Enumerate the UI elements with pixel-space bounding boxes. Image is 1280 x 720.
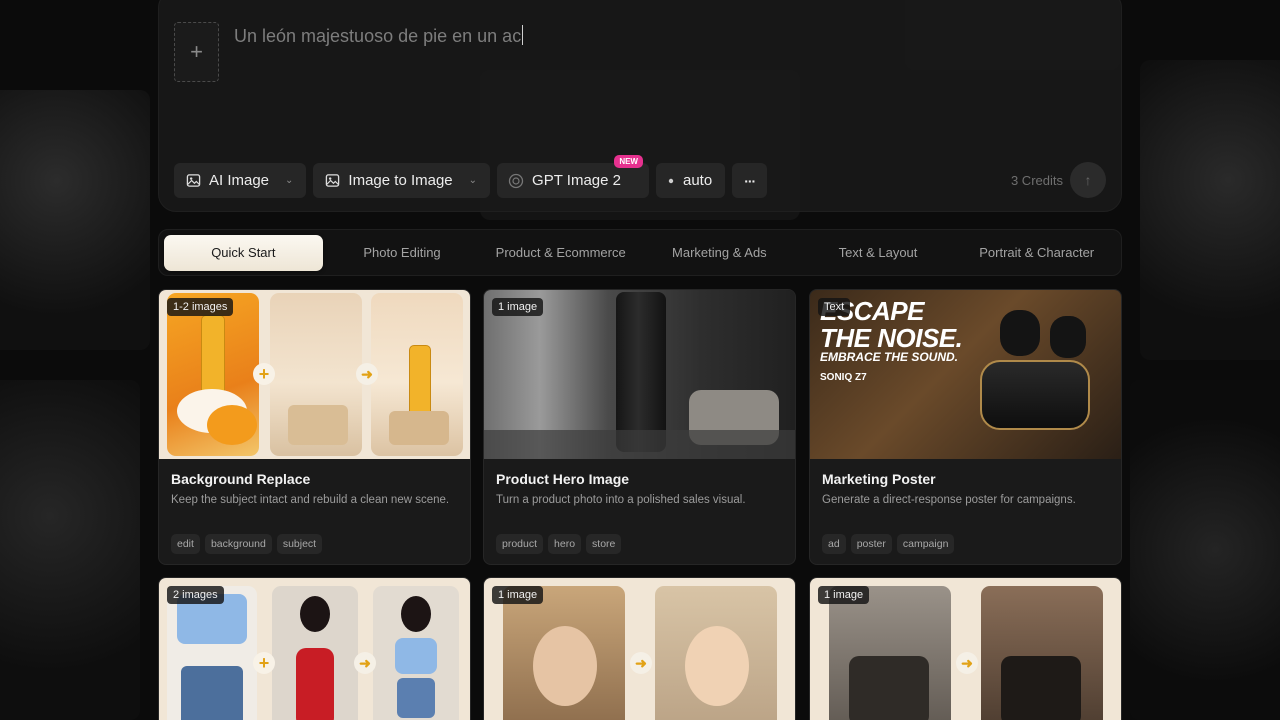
- input-mode-label: Image to Image: [348, 172, 453, 189]
- card-thumbnail: Text ESCAPE THE NOISE. EMBRACE THE SOUND.…: [810, 290, 1121, 459]
- tag: poster: [850, 534, 892, 554]
- aspect-ratio-button[interactable]: auto: [655, 163, 726, 198]
- prompt-text: Un león majestuoso de pie en un ac: [234, 26, 522, 46]
- mode-label: AI Image: [209, 172, 270, 189]
- image-count-badge: Text: [818, 298, 851, 316]
- arrow-right-icon: ➜: [356, 363, 378, 385]
- template-card-background-replace[interactable]: 1-2 images + ➜ Background Replace Keep t…: [158, 289, 471, 565]
- more-icon: ···: [744, 172, 756, 189]
- card-title: Background Replace: [171, 471, 311, 487]
- arrow-right-icon: ➜: [354, 652, 376, 674]
- prompt-composer: + Un león majestuoso de pie en un ac AI …: [158, 0, 1122, 212]
- tab-product-ecommerce[interactable]: Product & Ecommerce: [481, 235, 640, 271]
- image-icon: [185, 173, 201, 189]
- card-description: Keep the subject intact and rebuild a cl…: [171, 494, 450, 506]
- card-description: Turn a product photo into a polished sal…: [496, 494, 746, 506]
- tab-marketing-ads[interactable]: Marketing & Ads: [640, 235, 799, 271]
- text-caret: [522, 25, 524, 45]
- generation-toolbar: AI Image ⌄ Image to Image ⌄ GPT Image 2 …: [174, 155, 768, 198]
- template-card-photo-restore[interactable]: 1 image ➜: [809, 577, 1122, 720]
- plus-icon: +: [190, 39, 203, 64]
- arrow-right-icon: ➜: [956, 652, 978, 674]
- arrow-right-icon: ➜: [630, 652, 652, 674]
- image-count-badge: 1 image: [492, 298, 544, 316]
- prompt-input[interactable]: Un león majestuoso de pie en un ac: [234, 25, 1094, 47]
- plus-icon: +: [253, 363, 275, 385]
- tag: product: [496, 534, 544, 554]
- model-label: GPT Image 2: [532, 172, 621, 189]
- template-card-product-hero-image[interactable]: 1 image Product Hero Image Turn a produc…: [483, 289, 796, 565]
- plus-icon: +: [253, 652, 275, 674]
- tag: hero: [548, 534, 582, 554]
- template-card-outfit-swap[interactable]: 2 images + ➜: [158, 577, 471, 720]
- card-description: Generate a direct-response poster for ca…: [822, 494, 1076, 506]
- input-select-image-to-image[interactable]: Image to Image ⌄: [313, 163, 491, 198]
- tag: campaign: [896, 534, 955, 554]
- image-count-badge: 1 image: [818, 586, 870, 604]
- category-tabs: Quick Start Photo Editing Product & Ecom…: [158, 229, 1122, 276]
- new-badge: NEW: [614, 155, 643, 168]
- card-thumbnail: 1 image: [484, 290, 795, 459]
- send-button[interactable]: ↑: [1070, 162, 1106, 198]
- card-thumbnail: 1 image ➜: [810, 578, 1121, 720]
- image-icon: [324, 173, 340, 189]
- card-thumbnail: 2 images + ➜: [159, 578, 470, 720]
- more-options-button[interactable]: ···: [732, 163, 768, 198]
- card-tags: product hero store: [496, 534, 622, 554]
- add-image-button[interactable]: +: [174, 22, 219, 82]
- template-card-portrait-enhance[interactable]: 1 image ➜: [483, 577, 796, 720]
- chevron-down-icon: ⌄: [285, 175, 294, 186]
- card-tags: edit background subject: [171, 534, 323, 554]
- poster-product-name: SONIQ Z7: [820, 372, 867, 383]
- tag: edit: [171, 534, 200, 554]
- tab-photo-editing[interactable]: Photo Editing: [323, 235, 482, 271]
- template-card-marketing-poster[interactable]: Text ESCAPE THE NOISE. EMBRACE THE SOUND.…: [809, 289, 1122, 565]
- openai-icon: [508, 173, 524, 189]
- model-select-button[interactable]: GPT Image 2 NEW: [497, 155, 649, 198]
- chevron-down-icon: ⌄: [468, 175, 478, 186]
- image-count-badge: 2 images: [167, 586, 224, 604]
- tag: ad: [822, 534, 846, 554]
- tag: store: [586, 534, 622, 554]
- credits-label: 3 Credits: [1010, 173, 1063, 188]
- arrow-up-icon: ↑: [1084, 172, 1092, 188]
- tag: subject: [276, 534, 323, 554]
- dot-icon: [667, 173, 675, 189]
- image-count-badge: 1 image: [492, 586, 544, 604]
- tag: background: [204, 534, 272, 554]
- card-title: Marketing Poster: [822, 471, 936, 487]
- card-thumbnail: 1 image ➜: [484, 578, 795, 720]
- poster-subheadline: EMBRACE THE SOUND.: [820, 350, 959, 364]
- tab-text-layout[interactable]: Text & Layout: [799, 235, 958, 271]
- image-count-badge: 1-2 images: [167, 298, 234, 316]
- tab-quick-start[interactable]: Quick Start: [164, 234, 323, 271]
- card-tags: ad poster campaign: [822, 534, 955, 554]
- aspect-ratio-label: auto: [682, 172, 713, 189]
- card-thumbnail: 1-2 images + ➜: [159, 290, 470, 459]
- mode-select-ai-image[interactable]: AI Image ⌄: [174, 163, 307, 198]
- card-title: Product Hero Image: [496, 471, 630, 487]
- tab-portrait-character[interactable]: Portrait & Character: [957, 235, 1116, 271]
